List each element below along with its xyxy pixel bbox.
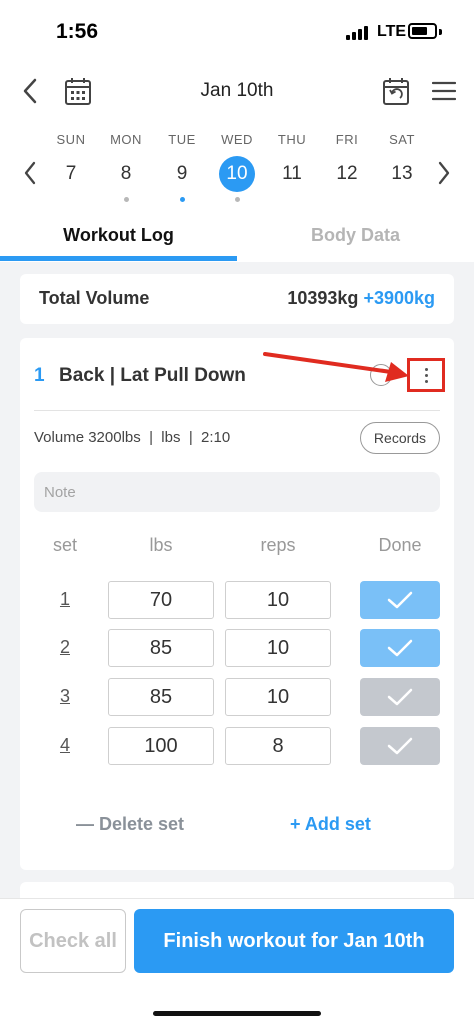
day-name: THU bbox=[277, 132, 307, 147]
day-indicator-dot bbox=[290, 197, 295, 202]
total-volume-card: Total Volume 10393kg +3900kg bbox=[20, 274, 454, 324]
day-name: MON bbox=[110, 132, 142, 147]
prev-week-icon[interactable] bbox=[16, 158, 44, 188]
check-icon bbox=[387, 639, 413, 657]
lbs-input[interactable] bbox=[108, 678, 214, 716]
day-indicator-dot bbox=[179, 197, 185, 202]
finish-workout-button[interactable]: Finish workout for Jan 10th bbox=[134, 909, 454, 973]
set-row: 1 bbox=[20, 581, 454, 621]
column-reps: reps bbox=[260, 535, 296, 555]
calendar-return-icon[interactable] bbox=[380, 74, 412, 108]
day-number[interactable]: 8 bbox=[108, 156, 144, 192]
day-sat[interactable]: SAT 13 bbox=[374, 130, 430, 202]
signal-icon bbox=[346, 26, 372, 40]
reps-input[interactable] bbox=[225, 629, 331, 667]
exercise-card: 1 Back | Lat Pull Down Volume 3200lbs | … bbox=[20, 338, 454, 870]
day-indicator-dot bbox=[69, 197, 74, 202]
volume-delta: +3900kg bbox=[363, 288, 435, 308]
lbs-input[interactable] bbox=[108, 629, 214, 667]
day-sun[interactable]: SUN 7 bbox=[43, 130, 99, 202]
delete-set-button[interactable]: — Delete set bbox=[76, 814, 184, 835]
total-volume-label: Total Volume bbox=[39, 288, 150, 308]
annotation-arrow-icon bbox=[263, 352, 409, 382]
exercise-meta: Volume 3200lbs | lbs | 2:10 bbox=[34, 429, 231, 446]
exercise-index: 1 bbox=[34, 365, 45, 386]
day-number[interactable]: 9 bbox=[164, 156, 200, 192]
day-number[interactable]: 13 bbox=[384, 156, 420, 192]
check-icon bbox=[387, 591, 413, 609]
day-thu[interactable]: THU 11 bbox=[264, 130, 320, 202]
day-fri[interactable]: FRI 12 bbox=[319, 130, 375, 202]
set-number[interactable]: 3 bbox=[50, 686, 80, 707]
week-strip: SUN 7 MON 8 TUE 9 WED 10 THU 11 FRI 12 SAT 13 bbox=[0, 130, 474, 210]
day-number-selected[interactable]: 10 bbox=[219, 156, 255, 192]
status-time: 1:56 bbox=[56, 20, 99, 43]
total-volume-value: 10393kg +3900kg bbox=[287, 288, 435, 308]
status-bar: 1:56 LTE bbox=[0, 0, 474, 62]
column-set: set bbox=[52, 535, 77, 555]
day-indicator-dot bbox=[234, 197, 240, 202]
reps-input[interactable] bbox=[225, 727, 331, 765]
check-icon bbox=[387, 688, 413, 706]
set-row: 2 bbox=[20, 629, 454, 669]
set-number[interactable]: 2 bbox=[50, 637, 80, 658]
done-toggle[interactable] bbox=[360, 727, 440, 765]
home-indicator bbox=[153, 1011, 321, 1016]
day-number[interactable]: 12 bbox=[329, 156, 365, 192]
set-row: 3 bbox=[20, 678, 454, 718]
tab-bar: Workout Log Body Data bbox=[0, 212, 474, 262]
done-toggle[interactable] bbox=[360, 581, 440, 619]
bottom-action-bar: Check all Finish workout for Jan 10th bbox=[0, 898, 474, 1025]
column-lbs: lbs bbox=[149, 535, 173, 555]
set-number[interactable]: 1 bbox=[50, 589, 80, 610]
day-name: SUN bbox=[56, 132, 86, 147]
check-all-button[interactable]: Check all bbox=[20, 909, 126, 973]
day-indicator-dot bbox=[400, 197, 405, 202]
set-number[interactable]: 4 bbox=[50, 735, 80, 756]
day-name: WED bbox=[221, 132, 253, 147]
day-mon[interactable]: MON 8 bbox=[98, 130, 154, 202]
day-wed[interactable]: WED 10 bbox=[209, 130, 265, 202]
network-label: LTE bbox=[377, 23, 407, 40]
day-tue[interactable]: TUE 9 bbox=[154, 130, 210, 202]
top-nav: Jan 10th bbox=[0, 66, 474, 116]
reps-input[interactable] bbox=[225, 678, 331, 716]
day-indicator-dot bbox=[345, 197, 350, 202]
column-done: Done bbox=[378, 535, 422, 555]
set-row: 4 bbox=[20, 727, 454, 767]
next-week-icon[interactable] bbox=[430, 158, 458, 188]
next-exercise-card bbox=[20, 882, 454, 898]
day-name: TUE bbox=[168, 132, 196, 147]
divider bbox=[34, 410, 440, 411]
done-toggle[interactable] bbox=[360, 678, 440, 716]
done-toggle[interactable] bbox=[360, 629, 440, 667]
reps-input[interactable] bbox=[225, 581, 331, 619]
lbs-input[interactable] bbox=[108, 727, 214, 765]
day-name: FRI bbox=[335, 132, 359, 147]
day-name: SAT bbox=[389, 132, 415, 147]
set-actions: — Delete set + Add set bbox=[20, 814, 454, 844]
workout-content[interactable]: Total Volume 10393kg +3900kg 1 Back | La… bbox=[0, 262, 474, 898]
records-button[interactable]: Records bbox=[360, 422, 440, 454]
day-indicator-dot bbox=[123, 197, 129, 202]
exercise-title[interactable]: Back | Lat Pull Down bbox=[59, 365, 246, 387]
add-set-button[interactable]: + Add set bbox=[290, 814, 371, 835]
tab-body-data[interactable]: Body Data bbox=[237, 212, 474, 258]
battery-icon bbox=[408, 23, 437, 39]
tab-workout-log[interactable]: Workout Log bbox=[0, 212, 237, 258]
check-icon bbox=[387, 737, 413, 755]
day-number[interactable]: 7 bbox=[53, 156, 89, 192]
day-number[interactable]: 11 bbox=[274, 156, 310, 192]
menu-icon[interactable] bbox=[430, 76, 458, 106]
note-input[interactable] bbox=[34, 472, 440, 512]
more-options-icon[interactable] bbox=[407, 358, 445, 392]
lbs-input[interactable] bbox=[108, 581, 214, 619]
active-tab-indicator bbox=[0, 256, 237, 261]
